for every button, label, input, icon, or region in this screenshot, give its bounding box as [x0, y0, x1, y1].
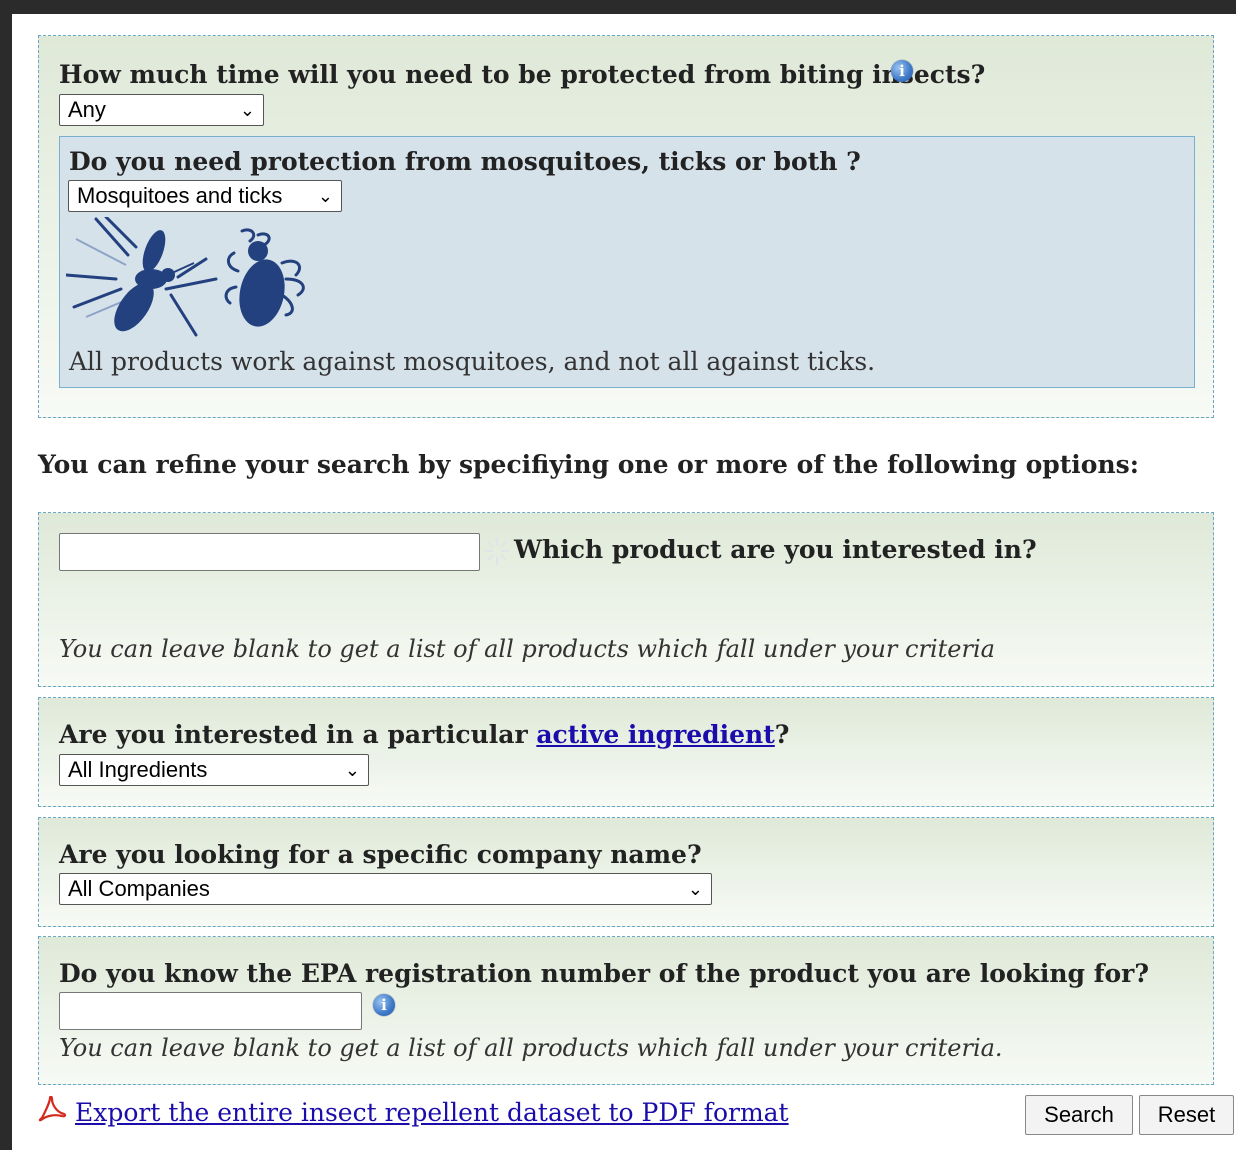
epa-number-input[interactable] — [59, 992, 362, 1030]
pest-type-box: Do you need protection from mosquitoes, … — [59, 136, 1195, 388]
company-select[interactable]: All Companies ⌄ — [59, 873, 712, 905]
epa-panel: Do you know the EPA registration number … — [38, 936, 1214, 1085]
product-panel: Which product are you interested in? You… — [38, 512, 1214, 687]
ingredient-panel: Are you interested in a particular activ… — [38, 697, 1214, 807]
protection-time-select[interactable]: Any ⌄ — [59, 94, 264, 126]
company-question: Are you looking for a specific company n… — [59, 840, 702, 869]
mosquito-icon — [66, 217, 218, 337]
tick-icon — [224, 228, 305, 327]
loading-spinner-icon — [485, 537, 509, 565]
protection-time-question: How much time will you need to be protec… — [59, 60, 986, 89]
product-question: Which product are you interested in? — [514, 535, 1037, 564]
ingredient-question: Are you interested in a particular activ… — [59, 720, 790, 749]
epa-hint: You can leave blank to get a list of all… — [59, 1034, 1003, 1062]
window-top-border — [0, 0, 1236, 14]
company-panel: Are you looking for a specific company n… — [38, 817, 1214, 927]
active-ingredient-link[interactable]: active ingredient — [536, 720, 774, 749]
export-pdf-link[interactable]: Export the entire insect repellent datas… — [75, 1098, 789, 1127]
pest-type-question: Do you need protection from mosquitoes, … — [69, 147, 861, 176]
refine-heading: You can refine your search by specifiyin… — [38, 450, 1139, 479]
ingredient-select[interactable]: All Ingredients ⌄ — [59, 754, 369, 786]
pest-type-select[interactable]: Mosquitoes and ticks ⌄ — [68, 180, 342, 212]
reset-button[interactable]: Reset — [1139, 1095, 1234, 1135]
info-icon[interactable]: i — [373, 994, 395, 1016]
protection-panel: How much time will you need to be protec… — [38, 35, 1214, 418]
window-left-border — [0, 0, 12, 1150]
product-search-input[interactable] — [59, 533, 480, 571]
pdf-icon — [38, 1096, 66, 1122]
product-hint: You can leave blank to get a list of all… — [59, 635, 995, 663]
pest-type-note: All products work against mosquitoes, an… — [69, 347, 876, 376]
search-button[interactable]: Search — [1025, 1095, 1133, 1135]
epa-question: Do you know the EPA registration number … — [59, 959, 1149, 988]
info-icon[interactable]: i — [891, 60, 913, 82]
